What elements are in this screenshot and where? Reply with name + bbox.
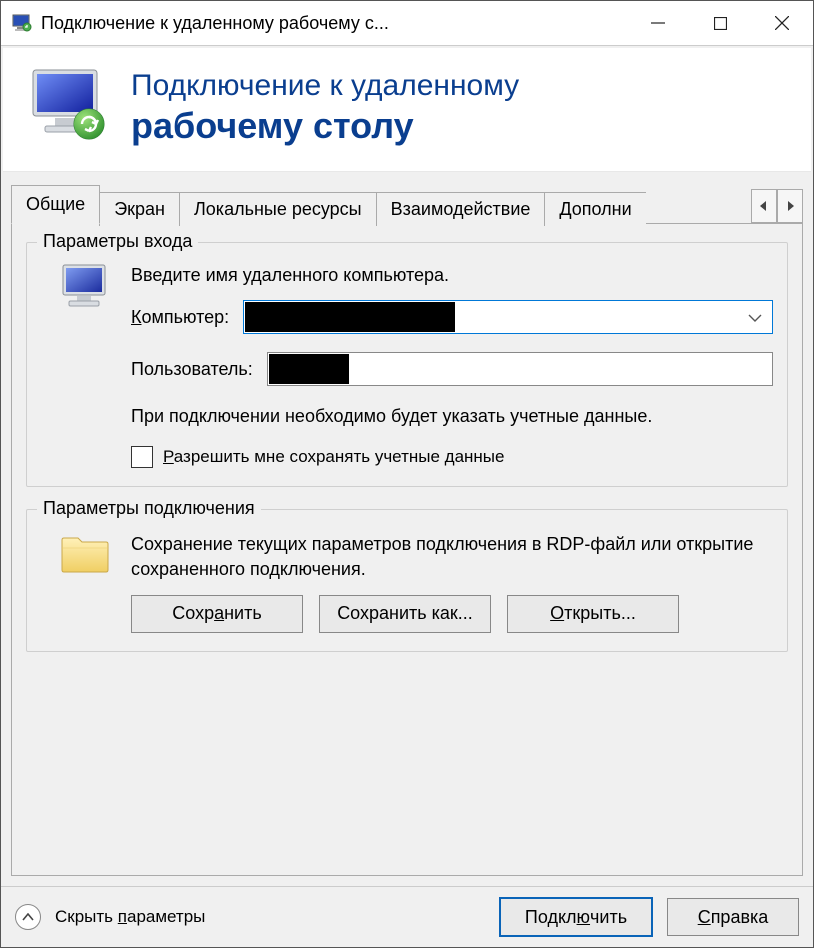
- connect-button[interactable]: Подключить: [499, 897, 653, 937]
- folder-icon: [41, 528, 131, 576]
- help-button[interactable]: Справка: [667, 898, 799, 936]
- user-textbox[interactable]: [267, 352, 773, 386]
- save-as-button[interactable]: Сохранить как...: [319, 595, 491, 633]
- rdp-dialog: Подключение к удаленному рабочему с...: [0, 0, 814, 948]
- computer-icon: [41, 261, 131, 313]
- group-connection: Параметры подключения Сохранение текущих…: [26, 509, 788, 652]
- rdp-monitor-icon: [27, 66, 113, 149]
- tab-display[interactable]: Экран: [99, 192, 180, 226]
- user-value-redacted: [269, 354, 349, 384]
- save-credentials-label: Разрешить мне сохранять учетные данные: [163, 447, 504, 467]
- connection-desc: Сохранение текущих параметров подключени…: [131, 532, 773, 581]
- tab-scroll: [751, 189, 803, 223]
- user-label: Пользователь:: [131, 359, 253, 380]
- tab-scroll-right[interactable]: [777, 189, 803, 223]
- header-line2: рабочему столу: [131, 105, 519, 147]
- tab-local-resources[interactable]: Локальные ресурсы: [179, 192, 377, 226]
- save-credentials-checkbox[interactable]: [131, 446, 153, 468]
- titlebar: Подключение к удаленному рабочему с...: [1, 1, 813, 46]
- tab-advanced[interactable]: Дополни: [544, 192, 645, 226]
- save-button[interactable]: Сохранить: [131, 595, 303, 633]
- close-button[interactable]: [751, 1, 813, 45]
- open-button[interactable]: Открыть...: [507, 595, 679, 633]
- tab-general[interactable]: Общие: [11, 185, 100, 224]
- group-login: Параметры входа Введите имя удаленного к…: [26, 242, 788, 487]
- maximize-button[interactable]: [689, 1, 751, 45]
- hide-options-label[interactable]: Скрыть параметры: [55, 907, 205, 927]
- computer-label: Компьютер:: [131, 307, 229, 328]
- credentials-note: При подключении необходимо будет указать…: [131, 404, 773, 428]
- window-title: Подключение к удаленному рабочему с...: [37, 13, 627, 34]
- tab-panel-general: Параметры входа Введите имя удаленного к…: [11, 223, 803, 876]
- chevron-down-icon: [748, 307, 762, 327]
- header-banner: Подключение к удаленному рабочему столу: [3, 48, 811, 172]
- computer-value-redacted: [245, 302, 455, 332]
- tab-scroll-left[interactable]: [751, 189, 777, 223]
- collapse-options-button[interactable]: [15, 904, 41, 930]
- tab-strip: Общие Экран Локальные ресурсы Взаимодейс…: [11, 184, 803, 223]
- group-connection-legend: Параметры подключения: [37, 498, 261, 519]
- group-login-legend: Параметры входа: [37, 231, 198, 252]
- bottom-bar: Скрыть параметры Подключить Справка: [1, 886, 813, 947]
- login-instruction: Введите имя удаленного компьютера.: [131, 265, 773, 286]
- header-text: Подключение к удаленному рабочему столу: [131, 69, 519, 147]
- header-line1: Подключение к удаленному: [131, 69, 519, 103]
- tab-experience[interactable]: Взаимодействие: [376, 192, 546, 226]
- minimize-button[interactable]: [627, 1, 689, 45]
- computer-combobox[interactable]: [243, 300, 773, 334]
- app-icon: [7, 14, 37, 32]
